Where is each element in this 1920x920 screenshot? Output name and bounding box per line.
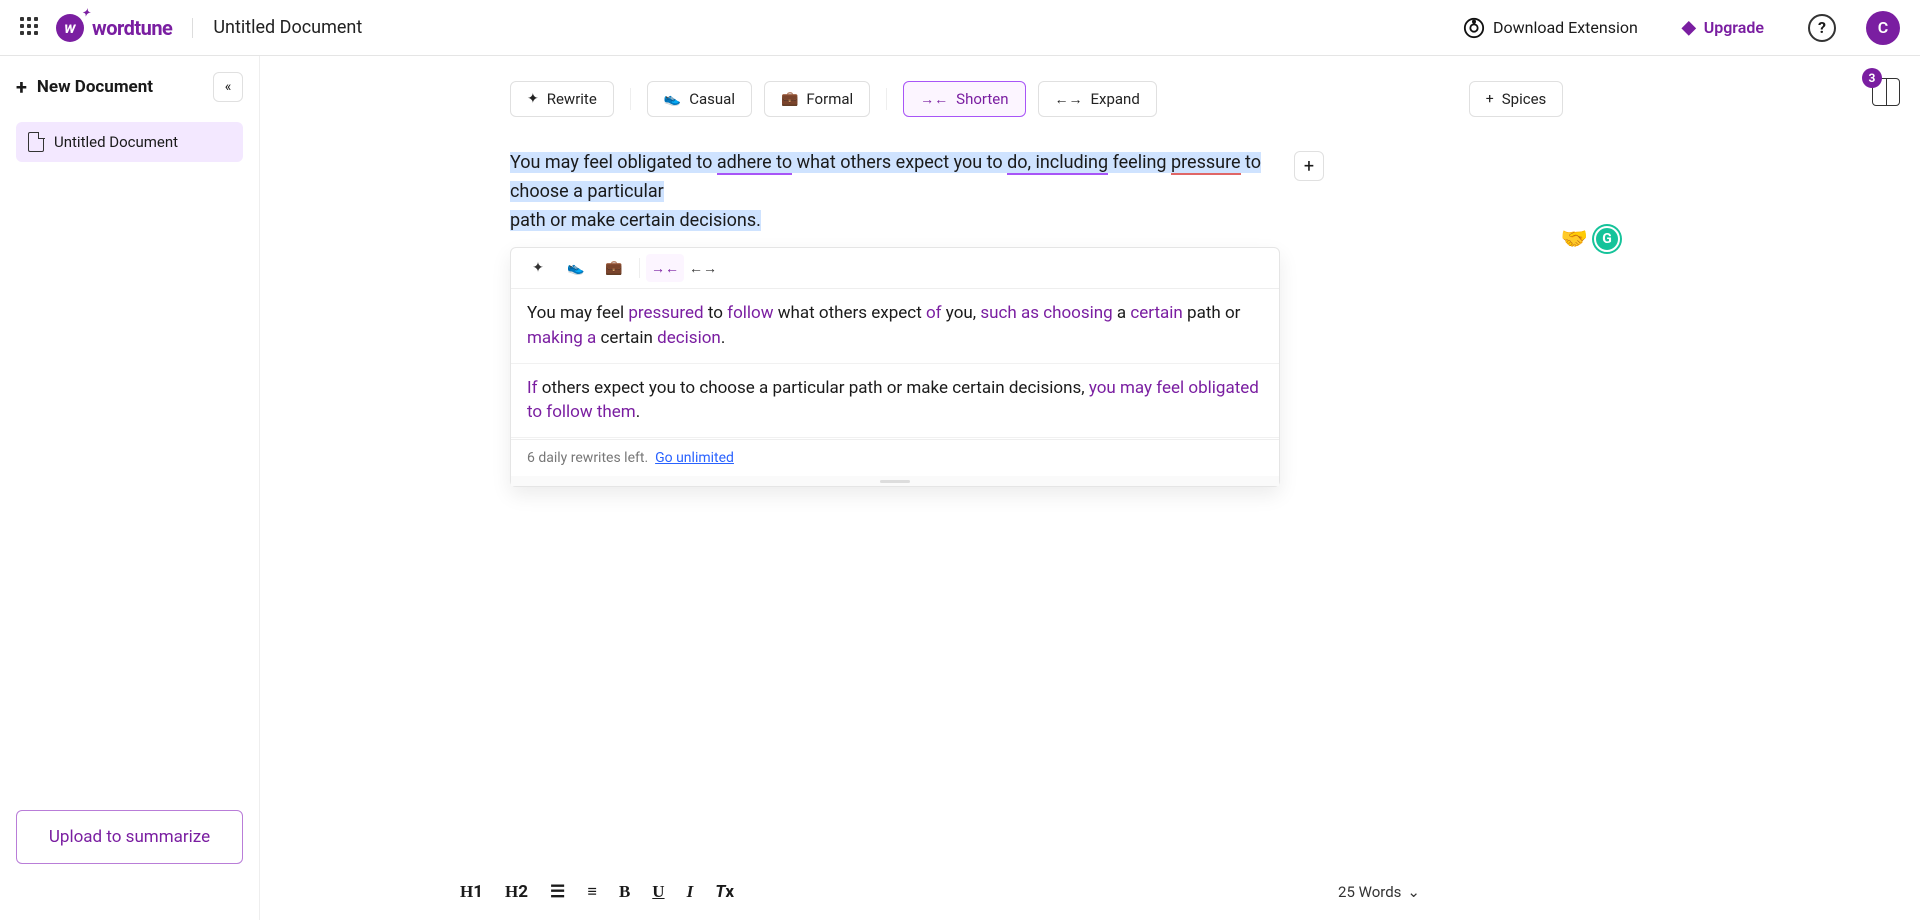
sneaker-icon: 👟 — [664, 91, 681, 107]
mini-casual-icon[interactable]: 👟 — [557, 254, 595, 282]
mini-rewrite-icon[interactable]: ✦ — [519, 254, 557, 282]
casual-button[interactable]: 👟 Casual — [647, 81, 752, 117]
sidebar: + New Document « Untitled Document Uploa… — [0, 56, 260, 920]
suggestion-item[interactable]: You may feel pressured to follow what ot… — [511, 289, 1279, 363]
download-extension-button[interactable]: Download Extension — [1463, 17, 1638, 39]
user-avatar[interactable]: C — [1866, 11, 1900, 45]
clear-format-button[interactable]: Tx — [715, 882, 734, 902]
mini-shorten-icon[interactable]: →← — [646, 254, 684, 282]
suggestions-list[interactable]: You may feel pressured to follow what ot… — [511, 289, 1279, 439]
logo-icon: w✦ — [56, 14, 84, 42]
chevron-double-left-icon: « — [225, 79, 232, 95]
shorten-icon: →← — [920, 91, 948, 108]
suggestions-panel: ✦ 👟 💼 →← ←→ You may feel pressured to fo… — [510, 247, 1280, 487]
sparkle-icon: ✦ — [527, 91, 539, 107]
diamond-icon: ◆ — [1682, 17, 1696, 38]
plus-icon: + — [1486, 91, 1494, 107]
panel-resize-handle[interactable] — [511, 476, 1279, 486]
apps-grid-icon[interactable] — [20, 17, 42, 39]
editor-area: 3 ✦ Rewrite 👟 Casual 💼 Formal →← Shorten — [260, 56, 1920, 920]
divider — [886, 88, 887, 110]
document-title[interactable]: Untitled Document — [213, 17, 362, 38]
app-header: w✦ wordtune Untitled Document Download E… — [0, 0, 1920, 56]
new-document-button[interactable]: + New Document — [16, 75, 153, 99]
collapse-sidebar-button[interactable]: « — [213, 72, 243, 102]
document-icon — [28, 132, 44, 152]
add-block-button[interactable]: + — [1294, 151, 1324, 181]
mini-expand-icon[interactable]: ←→ — [684, 254, 722, 282]
shorten-button[interactable]: →← Shorten — [903, 81, 1025, 117]
chevron-down-icon: ⌄ — [1407, 883, 1420, 901]
expand-button[interactable]: ←→ Expand — [1038, 81, 1157, 117]
briefcase-icon: 💼 — [781, 91, 798, 107]
heading1-button[interactable]: H1 — [460, 882, 483, 902]
avatar-icon: C — [1866, 11, 1900, 45]
brand-logo[interactable]: w✦ wordtune — [56, 14, 172, 42]
suggestions-mini-toolbar: ✦ 👟 💼 →← ←→ — [511, 248, 1279, 289]
heading2-button[interactable]: H2 — [505, 882, 528, 902]
suggestions-footer: 6 daily rewrites left. Go unlimited — [511, 439, 1279, 476]
italic-button[interactable]: I — [687, 882, 694, 902]
notification-badge: 3 — [1862, 68, 1882, 88]
handshake-icon[interactable]: 🤝 — [1561, 227, 1588, 252]
rewrites-left-label: 6 daily rewrites left. — [527, 450, 648, 466]
spices-button[interactable]: + Spices — [1469, 81, 1563, 117]
help-icon: ? — [1808, 14, 1836, 42]
numbered-list-button[interactable]: ≡ — [587, 882, 597, 902]
formal-button[interactable]: 💼 Formal — [764, 81, 870, 117]
mini-formal-icon[interactable]: 💼 — [595, 254, 633, 282]
word-count[interactable]: 25 Words ⌄ — [1338, 883, 1420, 901]
go-unlimited-link[interactable]: Go unlimited — [655, 450, 734, 466]
help-button[interactable]: ? — [1808, 14, 1836, 42]
rewrite-toolbar: ✦ Rewrite 👟 Casual 💼 Formal →← Shorten ←… — [510, 81, 1860, 117]
rewrite-button[interactable]: ✦ Rewrite — [510, 81, 614, 117]
upgrade-button[interactable]: ◆ Upgrade — [1682, 17, 1764, 38]
brand-name: wordtune — [92, 16, 172, 40]
expand-icon: ←→ — [1055, 91, 1083, 108]
format-bar: H1 H2 ☰ ≡ B U I Tx 25 Words ⌄ — [260, 882, 1920, 902]
right-panel-toggle[interactable]: 3 — [1872, 78, 1900, 106]
upload-to-summarize-button[interactable]: Upload to summarize — [16, 810, 243, 864]
divider — [630, 88, 631, 110]
plus-icon: + — [16, 75, 27, 99]
bold-button[interactable]: B — [619, 882, 630, 902]
inline-badges: 🤝 G — [1561, 226, 1620, 252]
bullet-list-button[interactable]: ☰ — [550, 882, 565, 902]
underline-button[interactable]: U — [652, 882, 664, 902]
sidebar-document-item[interactable]: Untitled Document — [16, 122, 243, 162]
grammarly-icon[interactable]: G — [1594, 226, 1620, 252]
suggestion-item[interactable]: If others expect you to choose a particu… — [511, 364, 1279, 438]
divider — [639, 258, 640, 278]
document-text[interactable]: You may feel obligated to adhere to what… — [510, 149, 1280, 235]
divider — [192, 18, 193, 38]
browser-extension-icon — [1463, 17, 1485, 39]
